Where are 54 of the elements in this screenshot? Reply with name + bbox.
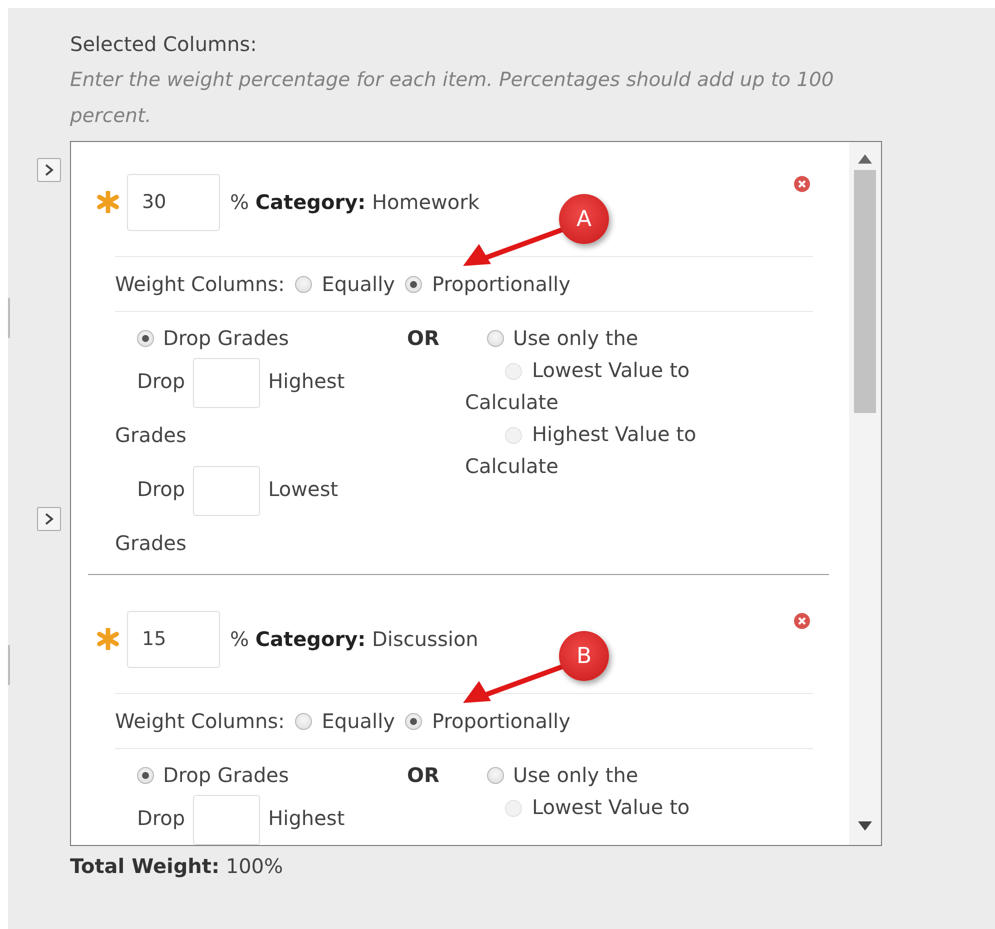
radio-button[interactable] [294, 712, 312, 730]
instructions-text: Enter the weight percentage for each item. Percentages should add up to 100 percent. [70, 67, 835, 129]
option-label: Equally [322, 709, 396, 733]
option-label: Lowest Value to [532, 795, 690, 819]
radio-button[interactable] [137, 330, 154, 346]
scroll-up-icon[interactable] [858, 154, 872, 164]
drop-count-field[interactable] [193, 358, 260, 408]
option-label: Equally [322, 272, 396, 296]
drop-label: Grades [115, 423, 186, 447]
radio-button[interactable] [405, 712, 422, 730]
expand-button[interactable] [37, 507, 61, 531]
category-label: % Category: Discussion [230, 627, 478, 651]
option-label: Use only the [513, 763, 638, 787]
option-label: Highest Value to [532, 422, 696, 446]
drop-count-field[interactable] [193, 794, 260, 845]
callout-badge: A [559, 194, 609, 244]
or-label: OR [407, 325, 440, 352]
drop-label: Highest [268, 369, 345, 393]
chevron-right-icon [44, 513, 54, 525]
option-label: Drop Grades [163, 763, 289, 787]
callout-badge: B [559, 631, 609, 681]
total-weight: Total Weight: 100% [70, 854, 284, 878]
section-heading: Selected Columns: [70, 31, 258, 58]
radio-button[interactable] [137, 766, 154, 784]
radio-button[interactable] [487, 766, 504, 784]
drop-label: Drop [137, 806, 186, 830]
drop-label: Drop [137, 369, 186, 393]
scrollbar-thumb[interactable] [854, 170, 876, 413]
expand-button[interactable] [37, 158, 61, 182]
scroll-down-icon[interactable] [858, 821, 872, 831]
weight-columns-label: Weight Columns: [115, 272, 285, 296]
drop-label: Grades [115, 531, 186, 555]
category-label: % Category: Homework [230, 190, 480, 214]
radio-button[interactable] [294, 276, 312, 292]
or-label: OR [407, 762, 440, 789]
weight-columns-label: Weight Columns: [115, 709, 285, 733]
percent-field[interactable]: 30 [127, 174, 220, 230]
radio-button[interactable] [487, 330, 504, 346]
option-label: Proportionally [432, 272, 570, 296]
option-label: Proportionally [432, 709, 570, 733]
drop-label: Drop [137, 477, 186, 501]
close-icon[interactable] [793, 174, 811, 192]
option-label: Calculate [465, 390, 558, 414]
option-label: Drop Grades [163, 326, 289, 350]
drop-label: Highest [268, 806, 345, 830]
close-icon[interactable] [793, 611, 811, 629]
chevron-right-icon [44, 164, 54, 176]
drop-label: Lowest [268, 477, 338, 501]
option-label: Use only the [513, 326, 638, 350]
drop-count-field[interactable] [193, 466, 260, 516]
radio-button[interactable] [405, 276, 422, 292]
option-label: Lowest Value to [532, 358, 690, 382]
option-label: Calculate [465, 454, 558, 478]
percent-field[interactable]: 15 [127, 610, 220, 668]
